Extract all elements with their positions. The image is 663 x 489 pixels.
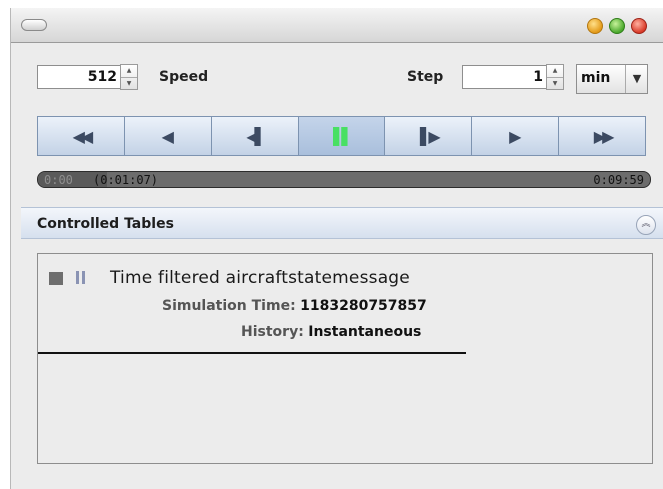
step-forward-icon: ▌▶ [420, 126, 441, 146]
pause-small-icon[interactable] [76, 271, 86, 285]
speed-input[interactable]: 512 [37, 65, 121, 89]
speed-stepper[interactable]: ▲ ▼ [120, 64, 138, 90]
rewind-to-start-button[interactable]: ◀◀ [38, 117, 125, 155]
simulation-time-value: 1183280757857 [300, 298, 427, 314]
speed-up-icon[interactable]: ▲ [121, 65, 137, 77]
fast-forward-icon: ▶▶ [593, 126, 615, 146]
transport-controls: ◀◀ ◀ ◀▌ ▌▌ ▌▶ ▶ ▶▶ [37, 116, 646, 156]
collapse-chevron-icon[interactable]: ︽ [636, 215, 656, 235]
pause-button[interactable]: ▌▌ [298, 117, 386, 155]
table-name: Time filtered aircraftstatemessage [110, 268, 410, 288]
end-time: 0:09:59 [593, 173, 644, 187]
play-forward-button[interactable]: ▶ [472, 117, 560, 155]
zoom-icon[interactable] [609, 18, 625, 34]
history-value: Instantaneous [308, 324, 422, 340]
step-input[interactable]: 1 [462, 65, 547, 89]
step-stepper[interactable]: ▲ ▼ [546, 64, 564, 90]
speed-down-icon[interactable]: ▼ [121, 77, 137, 90]
time-progress-slider[interactable]: 0:00 (0:01:07) 0:09:59 [37, 171, 651, 188]
close-icon[interactable] [631, 18, 647, 34]
step-unit-value: min [581, 70, 611, 86]
step-backward-icon: ◀▌ [246, 126, 267, 146]
start-time: 0:00 [44, 173, 73, 187]
controlled-tables-header[interactable]: Controlled Tables ︽ [21, 207, 663, 239]
toolbar-toggle-button[interactable] [21, 19, 47, 31]
panel-title: Controlled Tables [37, 216, 174, 232]
current-time: (0:01:07) [93, 173, 159, 187]
simulation-time-label: Simulation Time: [162, 298, 296, 314]
simulation-time-line: Simulation Time: 1183280757857 [162, 298, 427, 314]
speed-label: Speed [159, 69, 209, 85]
pause-icon: ▌▌ [333, 126, 354, 146]
minimize-icon[interactable] [587, 18, 603, 34]
step-unit-select[interactable]: min ▼ [576, 64, 648, 94]
history-line: History: Instantaneous [241, 324, 421, 340]
step-backward-button[interactable]: ◀▌ [211, 117, 299, 155]
step-label: Step [407, 69, 444, 85]
play-backward-icon: ◀ [161, 126, 174, 146]
stop-icon[interactable] [49, 272, 63, 285]
title-bar [11, 8, 663, 43]
play-icon: ▶ [509, 126, 522, 146]
row-divider [38, 352, 466, 354]
step-up-icon[interactable]: ▲ [547, 65, 563, 77]
fast-forward-to-end-button[interactable]: ▶▶ [559, 117, 646, 155]
app-window: 512 ▲ ▼ Speed Step 1 ▲ ▼ min ▼ ◀◀ ◀ ◀▌ ▌… [10, 8, 663, 489]
step-down-icon[interactable]: ▼ [547, 77, 563, 90]
history-label: History: [241, 324, 304, 340]
rewind-icon: ◀◀ [72, 126, 94, 146]
controlled-tables-list: Time filtered aircraftstatemessage Simul… [37, 253, 653, 464]
chevron-down-icon[interactable]: ▼ [625, 65, 648, 93]
play-backward-button[interactable]: ◀ [124, 117, 212, 155]
step-forward-button[interactable]: ▌▶ [385, 117, 473, 155]
